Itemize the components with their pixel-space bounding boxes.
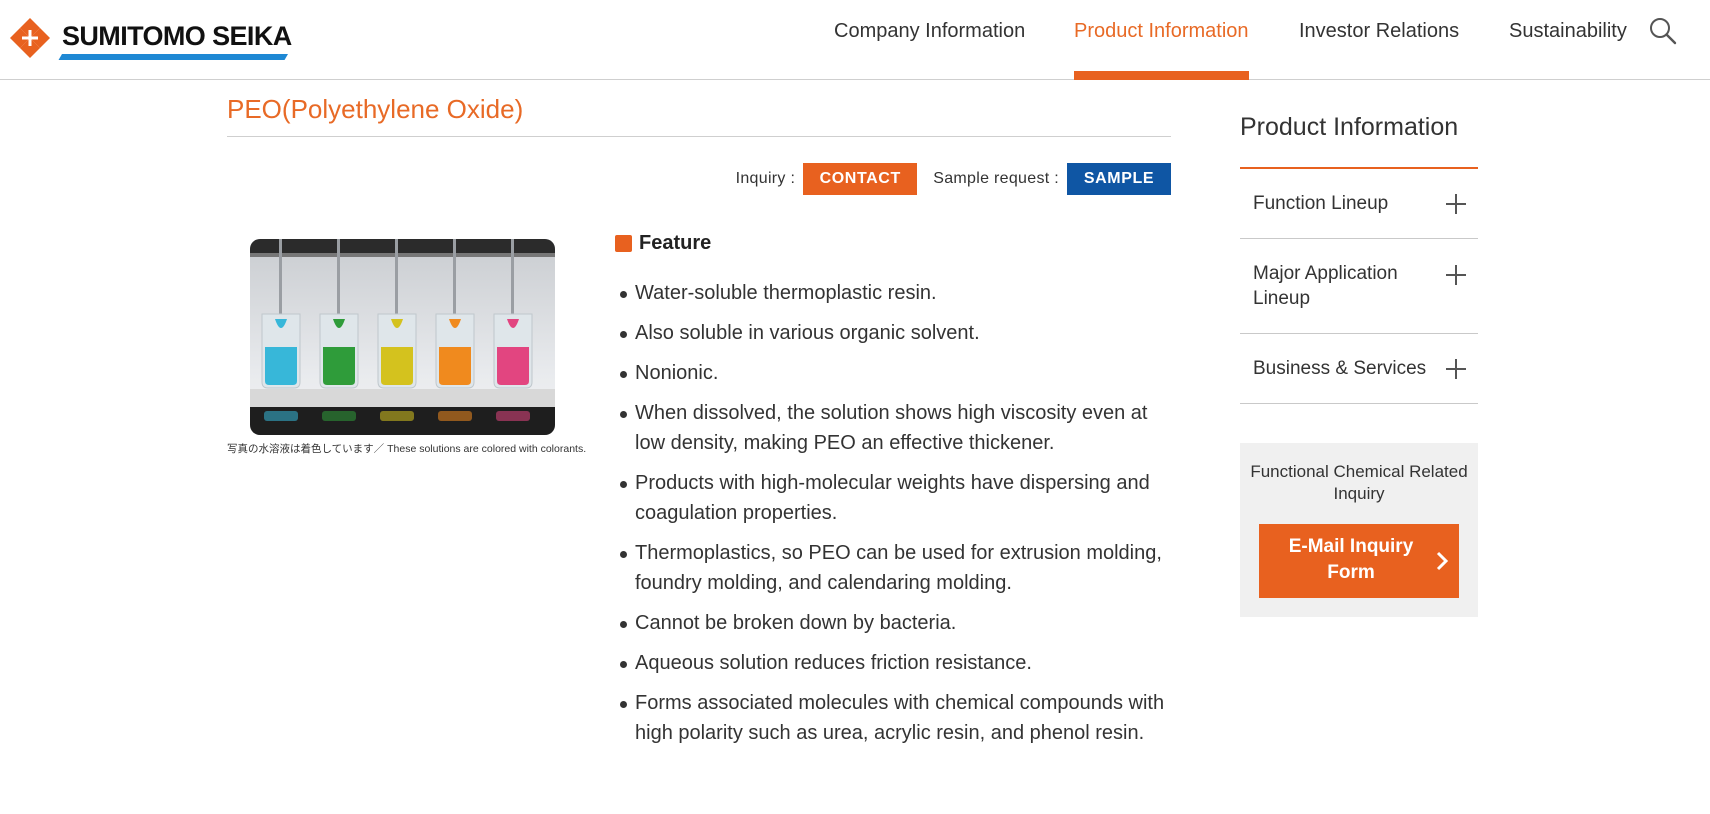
feature-title: Feature [639, 232, 712, 254]
inquiry-label: Inquiry : [735, 170, 796, 187]
sumitomo-diamond-logo-icon [10, 18, 50, 58]
search-icon[interactable] [1648, 16, 1678, 46]
inquiry-row: Inquiry : CONTACT Sample request : SAMPL… [736, 163, 1171, 195]
product-photo [250, 239, 555, 435]
site-logo[interactable]: SUMITOMO SEIKA [4, 14, 294, 62]
logo-underline [58, 54, 288, 60]
sidebar-item-major-application-lineup[interactable]: Major Application Lineup [1240, 239, 1478, 334]
feature-item: Cannot be broken down by bacteria. [620, 608, 1180, 638]
sidebar-item-label: Function Lineup [1253, 193, 1389, 214]
feature-item: Products with high-molecular weights hav… [620, 468, 1180, 528]
feature-item: Aqueous solution reduces friction resist… [620, 648, 1180, 678]
feature-item: Thermoplastics, so PEO can be used for e… [620, 538, 1180, 598]
expand-plus-icon[interactable] [1446, 193, 1466, 214]
contact-button[interactable]: CONTACT [803, 163, 918, 195]
chevron-right-icon [1436, 551, 1449, 571]
colored-solutions-beakers-image [250, 239, 555, 435]
nav-company-information[interactable]: Company Information [834, 0, 1025, 80]
sample-request-label: Sample request : [933, 170, 1059, 187]
site-header: SUMITOMO SEIKA Company Information Produ… [0, 0, 1710, 80]
sidebar-item-function-lineup[interactable]: Function Lineup [1240, 169, 1478, 239]
inquiry-box: Functional Chemical Related Inquiry E-Ma… [1240, 443, 1478, 617]
sidebar-item-label: Major Application Lineup [1253, 263, 1398, 309]
feature-item: Also soluble in various organic solvent. [620, 318, 1180, 348]
page-title: PEO(Polyethylene Oxide) [227, 94, 524, 124]
expand-plus-icon[interactable] [1446, 358, 1466, 379]
feature-item: Nonionic. [620, 358, 1180, 388]
nav-product-information[interactable]: Product Information [1074, 0, 1249, 80]
feature-heading: Feature [615, 232, 711, 255]
email-inquiry-button-label: E-Mail Inquiry Form [1288, 536, 1414, 583]
nav-investor-relations[interactable]: Investor Relations [1299, 0, 1459, 80]
photo-caption: 写真の水溶液は着色しています／ These solutions are colo… [227, 443, 587, 455]
sidebar-title: Product Information [1240, 113, 1459, 141]
inquiry-box-text: Functional Chemical Related Inquiry [1250, 462, 1468, 503]
sample-button[interactable]: SAMPLE [1067, 163, 1171, 195]
sidebar-item-label: Business & Services [1253, 358, 1427, 379]
feature-item: Forms associated molecules with chemical… [620, 688, 1180, 748]
nav-sustainability[interactable]: Sustainability [1509, 0, 1627, 80]
feature-item: Water-soluble thermoplastic resin. [620, 278, 1180, 308]
expand-plus-icon[interactable] [1446, 265, 1466, 285]
logo-wordmark: SUMITOMO SEIKA [62, 21, 292, 51]
feature-list: Water-soluble thermoplastic resin. Also … [620, 278, 1180, 758]
feature-item: When dissolved, the solution shows high … [620, 398, 1180, 458]
email-inquiry-form-button[interactable]: E-Mail Inquiry Form [1259, 524, 1459, 598]
title-divider [227, 136, 1171, 137]
sidebar-menu: Function Lineup Major Application Lineup… [1240, 169, 1478, 404]
feature-bullet-icon [615, 235, 632, 252]
sidebar-item-business-services[interactable]: Business & Services [1240, 334, 1478, 404]
